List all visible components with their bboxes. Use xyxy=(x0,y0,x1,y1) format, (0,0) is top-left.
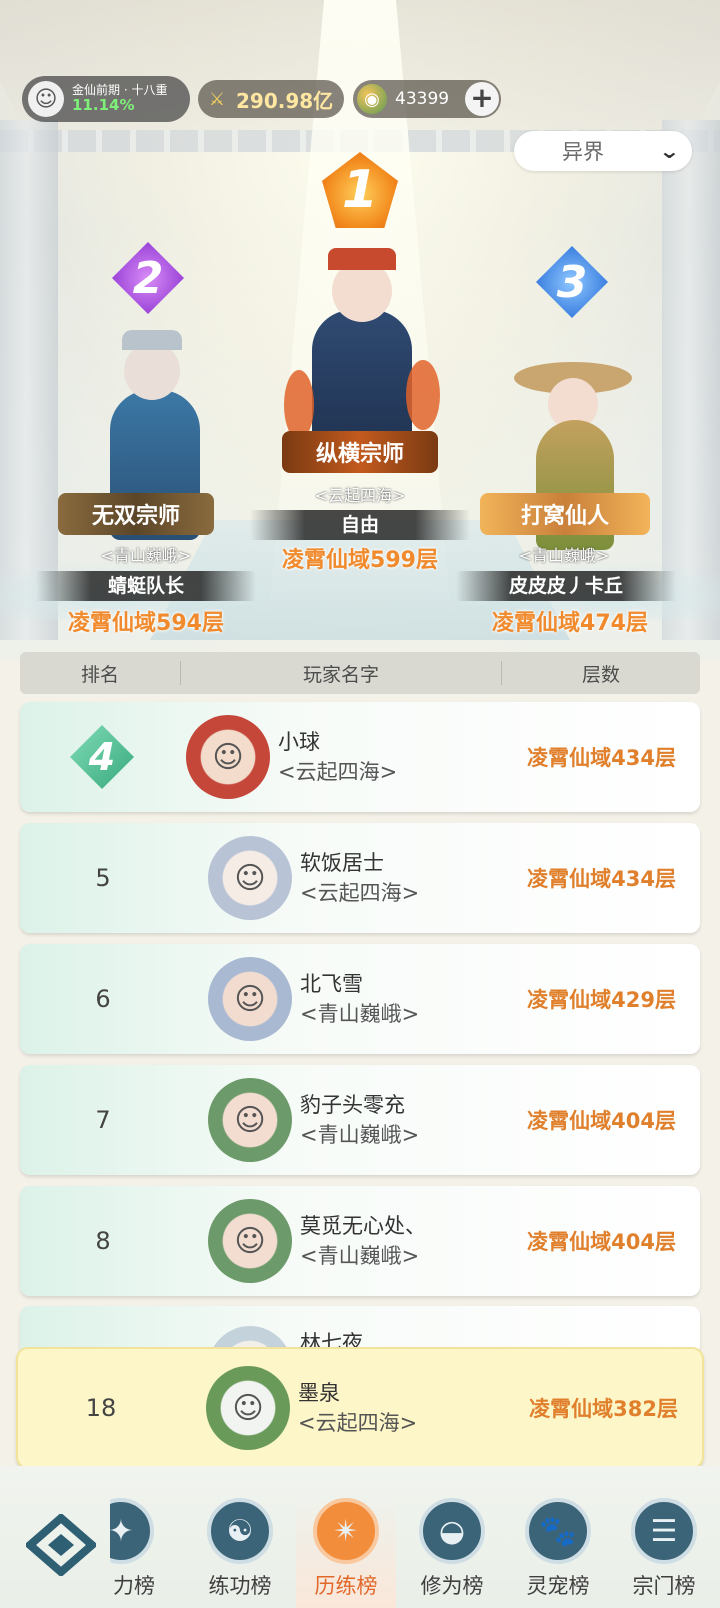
tab-label: 灵宠榜 xyxy=(526,1574,590,1598)
tab-pet-ranking[interactable]: 🐾 灵宠榜 xyxy=(508,1498,608,1608)
currency-spirit-value: 43399 xyxy=(395,89,450,109)
rank-number: 7 xyxy=(95,1106,111,1134)
realm-status[interactable]: ☺ 金仙前期 · 十八重 11.14% xyxy=(22,76,190,122)
title-plaque-third: 打窝仙人 xyxy=(480,493,650,535)
player-name-first: 自由 xyxy=(250,510,470,540)
player-guild: <云起四海> xyxy=(300,881,420,905)
floor-value: 凌霄仙域382层 xyxy=(529,1397,678,1421)
home-logo-icon[interactable] xyxy=(26,1514,96,1576)
power-icon: ⚔ xyxy=(208,88,226,110)
region-dropdown[interactable]: 异界 ⌄ xyxy=(514,131,692,171)
floor-third: 凌霄仙域474层 xyxy=(492,611,648,636)
shuriken-icon: ✴ xyxy=(313,1498,379,1564)
title-plaque-second: 无双宗师 xyxy=(58,493,214,535)
player-avatar-icon: ☺ xyxy=(28,81,64,117)
currency-power-value: 290.98亿 xyxy=(236,88,334,113)
rank-number: 6 xyxy=(95,985,111,1013)
floor-value: 凌霄仙域434层 xyxy=(527,867,676,891)
header-rank: 排名 xyxy=(80,663,119,686)
tab-label: 修为榜 xyxy=(420,1574,484,1598)
realm-progress: 11.14% xyxy=(72,96,135,115)
table-row[interactable]: 5 ☺ 软饭居士 <云起四海> 凌霄仙域434层 xyxy=(20,823,700,933)
player-guild: <青山巍峨> xyxy=(300,1123,420,1147)
player-name: 墨泉 xyxy=(298,1380,340,1405)
currency-spirit[interactable]: ◉ 43399 + xyxy=(353,80,501,118)
scroll-icon: ☰ xyxy=(631,1498,697,1564)
spirit-stone-icon: ◉ xyxy=(357,84,387,114)
header-floors: 层数 xyxy=(581,663,620,686)
avatar[interactable]: ☺ xyxy=(208,1078,292,1162)
floor-value: 凌霄仙域404层 xyxy=(527,1230,676,1254)
player-guild: <青山巍峨> xyxy=(300,1244,420,1268)
table-row[interactable]: 6 ☺ 北飞雪 <青山巍峨> 凌霄仙域429层 xyxy=(20,944,700,1054)
guild-third: <青山巍峨> xyxy=(518,546,610,565)
player-name: 小球 xyxy=(278,729,320,754)
player-name: 北飞雪 xyxy=(300,971,363,996)
rank-number: 5 xyxy=(95,864,111,892)
tab-sect-ranking[interactable]: ☰ 宗门榜 xyxy=(614,1498,714,1608)
hat-icon: ◒ xyxy=(419,1498,485,1564)
player-name-third: 皮皮皮丿卡丘 xyxy=(456,571,676,601)
player-guild: <云起四海> xyxy=(278,760,398,784)
player-name: 软饭居士 xyxy=(300,850,384,875)
ranking-table-header: 排名 玩家名字 层数 xyxy=(20,652,700,694)
tab-experience-ranking[interactable]: ✴ 历练榜 xyxy=(296,1498,396,1608)
tab-label: 历练榜 xyxy=(314,1574,378,1598)
floor-value: 凌霄仙域429层 xyxy=(527,988,676,1012)
rank-number: 8 xyxy=(95,1227,111,1255)
player-name: 豹子头零充 xyxy=(300,1092,405,1117)
tab-label: 力榜 xyxy=(113,1574,155,1598)
table-row[interactable]: 4 ☺ 小球 <云起四海> 凌霄仙域434层 xyxy=(20,702,700,812)
my-rank-row[interactable]: 18 ☺ 墨泉 <云起四海> 凌霄仙域382层 xyxy=(16,1347,704,1469)
player-name: 莫觅无心处、 xyxy=(300,1213,426,1238)
tab-training-ranking[interactable]: ☯ 练功榜 xyxy=(190,1498,290,1608)
yinyang-icon: ☯ xyxy=(207,1498,273,1564)
title-plaque-first: 纵横宗师 xyxy=(282,431,438,473)
bottom-nav: ✦ 力榜 ☯ 练功榜 ✴ 历练榜 ◒ 修为榜 🐾 灵宠榜 ☰ 宗门榜 xyxy=(0,1466,720,1608)
tab-power-ranking[interactable]: ✦ 力榜 xyxy=(110,1498,180,1608)
rank-4-badge: 4 xyxy=(70,725,134,789)
add-currency-button[interactable]: + xyxy=(465,82,499,116)
player-name-second: 蜻蜓队长 xyxy=(36,571,256,601)
region-label: 异界 xyxy=(562,140,604,164)
player-guild: <云起四海> xyxy=(298,1411,418,1435)
floor-value: 凌霄仙域434层 xyxy=(527,746,676,770)
player-guild: <青山巍峨> xyxy=(300,1002,420,1026)
floor-first: 凌霄仙域599层 xyxy=(282,548,438,573)
floor-second: 凌霄仙域594层 xyxy=(68,611,224,636)
avatar[interactable]: ☺ xyxy=(186,715,270,799)
avatar[interactable]: ☺ xyxy=(208,957,292,1041)
table-row[interactable]: 8 ☺ 莫觅无心处、 <青山巍峨> 凌霄仙域404层 xyxy=(20,1186,700,1296)
avatar[interactable]: ☺ xyxy=(208,1199,292,1283)
table-row[interactable]: 7 ☺ 豹子头零充 <青山巍峨> 凌霄仙域404层 xyxy=(20,1065,700,1175)
currency-power[interactable]: ⚔ 290.98亿 xyxy=(198,80,344,118)
chevron-down-icon: ⌄ xyxy=(658,139,681,163)
guild-second: <青山巍峨> xyxy=(100,546,192,565)
avatar[interactable]: ☺ xyxy=(208,836,292,920)
tab-label: 宗门榜 xyxy=(632,1574,696,1598)
guild-first: <云起四海> xyxy=(314,486,406,505)
header-player-name: 玩家名字 xyxy=(302,663,379,686)
tab-label: 练功榜 xyxy=(208,1574,272,1598)
cat-icon: 🐾 xyxy=(525,1498,591,1564)
floor-value: 凌霄仙域404层 xyxy=(527,1109,676,1133)
sword-icon: ✦ xyxy=(110,1498,154,1564)
avatar[interactable]: ☺ xyxy=(206,1366,290,1450)
my-rank-number: 18 xyxy=(85,1394,117,1422)
tab-cultivation-ranking[interactable]: ◒ 修为榜 xyxy=(402,1498,502,1608)
